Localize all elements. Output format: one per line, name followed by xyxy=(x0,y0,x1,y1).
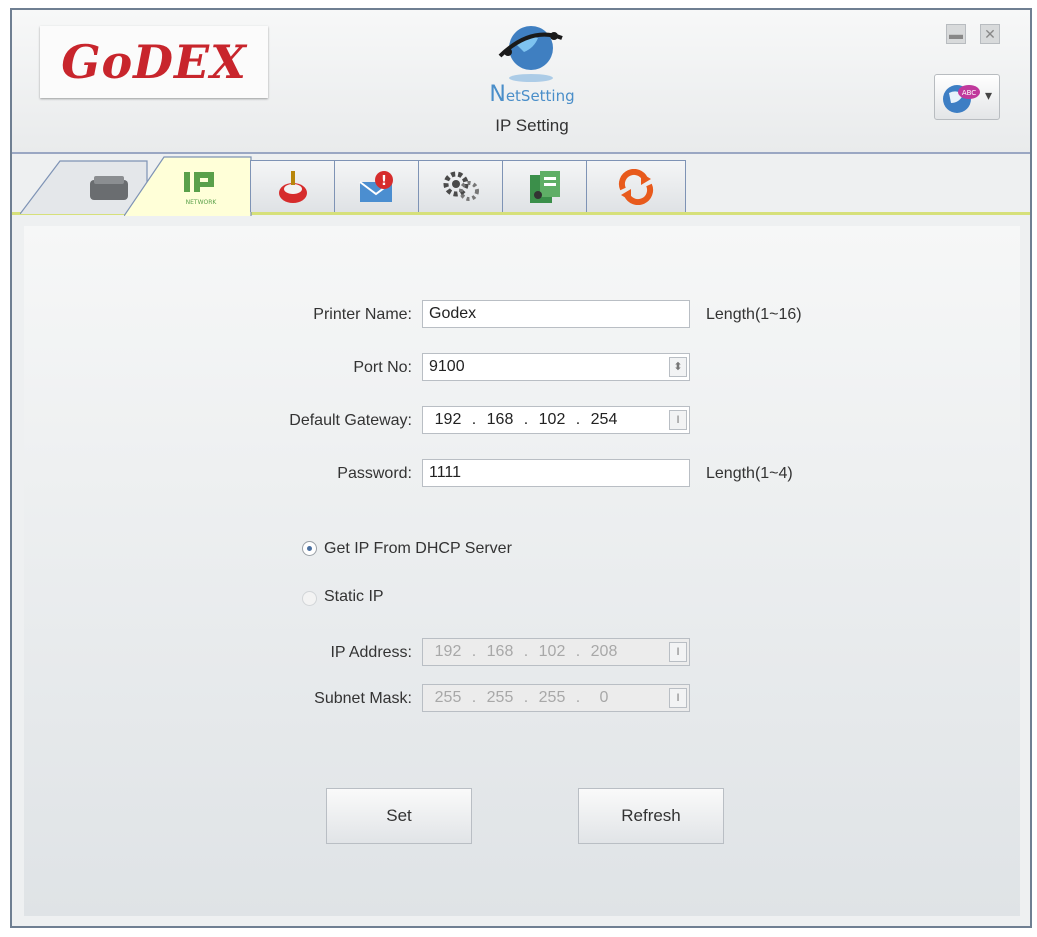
printer-name-label: Printer Name: xyxy=(313,306,412,323)
cursor-icon: I xyxy=(669,688,687,708)
email-alert-icon: ! xyxy=(359,170,393,202)
security-key-icon xyxy=(530,170,560,203)
ip-dot: . xyxy=(523,643,529,660)
dhcp-label[interactable]: Get IP From DHCP Server xyxy=(324,540,512,558)
gateway-octet-1[interactable]: 192 xyxy=(429,407,467,433)
gateway-octet-3[interactable]: 102 xyxy=(533,407,571,433)
ip-dot: . xyxy=(523,689,529,706)
ip-octet-1: 192 xyxy=(434,643,462,660)
header: GoDEX NetSetting IP Setting ▬ ✕ ABC ▾ xyxy=(12,10,1030,154)
chevron-down-icon: ▾ xyxy=(985,87,993,103)
alert-bell-icon xyxy=(279,170,307,203)
ip-octet-4: 208 xyxy=(590,643,618,660)
gateway-ip-field[interactable]: 192. 168. 102. 254 I xyxy=(422,406,690,434)
ip-octet-2: 168 xyxy=(486,643,514,660)
static-ip-radio[interactable] xyxy=(302,591,317,606)
tab-ip-network[interactable]: NETWORK xyxy=(124,156,252,216)
cursor-icon[interactable]: I xyxy=(669,410,687,430)
ip-dot: . xyxy=(575,411,581,428)
svg-text:!: ! xyxy=(381,174,387,189)
tab-bar: NETWORK ! xyxy=(12,154,1030,216)
ip-dot: . xyxy=(471,411,477,428)
svg-text:ABC: ABC xyxy=(962,89,976,97)
ip-address-field[interactable]: 192. 168. 102. 208 I xyxy=(422,638,690,666)
page-title: IP Setting xyxy=(495,116,569,135)
spin-arrows-icon[interactable]: ⬍ xyxy=(669,357,687,377)
ip-dot: . xyxy=(523,411,529,428)
app-name-initial: N xyxy=(489,82,506,107)
password-input[interactable]: 1111 xyxy=(422,459,690,487)
port-value: 9100 xyxy=(429,358,465,375)
refresh-button[interactable]: Refresh xyxy=(578,788,724,844)
svg-text:NETWORK: NETWORK xyxy=(186,199,218,206)
app-name-rest: etSetting xyxy=(505,87,575,105)
port-stepper[interactable]: 9100 ⬍ xyxy=(422,353,690,381)
gateway-octet-2[interactable]: 168 xyxy=(481,407,519,433)
netsetting-window: GoDEX NetSetting IP Setting ▬ ✕ ABC ▾ NE… xyxy=(10,8,1032,928)
ip-dot: . xyxy=(575,643,581,660)
mask-octet-4: 0 xyxy=(599,689,609,706)
tab-refresh[interactable] xyxy=(586,160,686,212)
ip-dot: . xyxy=(575,689,581,706)
tab-security[interactable] xyxy=(502,160,588,212)
refresh-icon xyxy=(618,168,654,205)
cursor-icon: I xyxy=(669,642,687,662)
ip-dot: . xyxy=(471,643,477,660)
netsetting-globe-icon xyxy=(498,26,563,82)
printer-name-hint: Length(1~16) xyxy=(706,306,802,323)
password-label: Password: xyxy=(337,465,412,482)
ip-setting-panel: Printer Name: Godex Length(1~16) Port No… xyxy=(24,226,1020,916)
subnet-mask-field[interactable]: 255. 255. 255. 0 I xyxy=(422,684,690,712)
ip-dot: . xyxy=(471,689,477,706)
mask-octet-3: 255 xyxy=(538,689,566,706)
gateway-label: Default Gateway: xyxy=(289,412,412,429)
ip-address-label: IP Address: xyxy=(330,644,412,661)
minimize-icon[interactable]: ▬ xyxy=(946,24,966,44)
mask-octet-1: 255 xyxy=(434,689,462,706)
gears-icon xyxy=(443,171,479,201)
gateway-octet-4[interactable]: 254 xyxy=(585,407,623,433)
set-button[interactable]: Set xyxy=(326,788,472,844)
godex-logo: GoDEX xyxy=(40,26,268,98)
netsetting-app-name: NetSetting xyxy=(482,82,582,107)
mask-octet-2: 255 xyxy=(486,689,514,706)
close-icon[interactable]: ✕ xyxy=(980,24,1000,44)
ip-octet-3: 102 xyxy=(538,643,566,660)
tab-email-alert[interactable]: ! xyxy=(334,160,420,212)
ip-network-icon xyxy=(184,172,190,192)
language-button[interactable]: ABC ▾ xyxy=(934,74,1000,120)
tab-settings[interactable] xyxy=(418,160,504,212)
static-ip-label[interactable]: Static IP xyxy=(324,588,384,606)
globe-abc-icon: ABC xyxy=(943,85,980,113)
password-hint: Length(1~4) xyxy=(706,465,793,482)
port-label: Port No: xyxy=(353,359,412,376)
printer-name-input[interactable]: Godex xyxy=(422,300,690,328)
subnet-mask-label: Subnet Mask: xyxy=(314,690,412,707)
dhcp-radio[interactable] xyxy=(302,541,317,556)
tab-alert[interactable] xyxy=(250,160,336,212)
